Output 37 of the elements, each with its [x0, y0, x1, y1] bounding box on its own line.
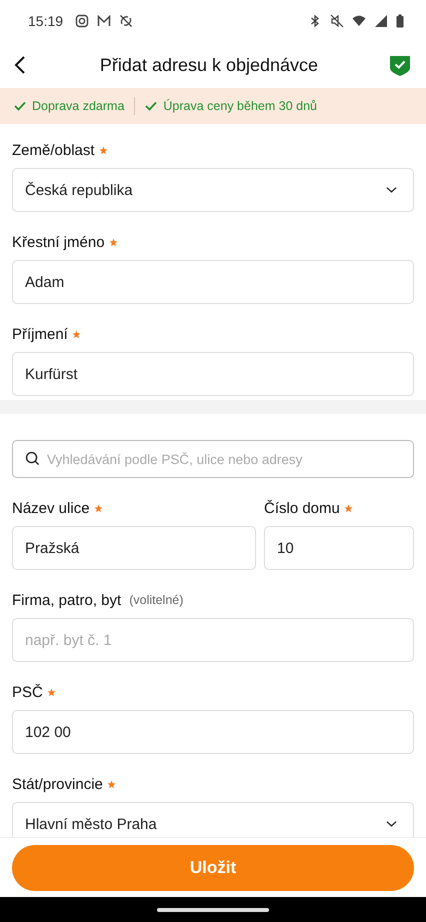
field-label: Země/oblast — [12, 142, 95, 158]
benefit-text: Úprava ceny během 30 dnů — [163, 99, 317, 113]
dropdown-field[interactable]: Hlavní město Praha — [12, 802, 414, 837]
battery-icon — [396, 14, 404, 28]
check-icon — [14, 101, 26, 111]
optional-note: (volitelné) — [129, 593, 184, 607]
wifi-icon — [352, 14, 366, 28]
input-field[interactable]: 102 00 — [12, 710, 414, 754]
field-label: Název ulice — [12, 500, 90, 516]
chevron-down-icon — [386, 820, 397, 828]
input-field[interactable]: 10 — [264, 526, 414, 570]
field-label: Křestní jméno — [12, 234, 105, 250]
field-label: PSČ — [12, 684, 43, 700]
signal-icon — [374, 14, 388, 28]
dropdown-field[interactable]: Česká republika — [12, 168, 414, 212]
field-label: Firma, patro, byt — [12, 592, 122, 608]
search-field[interactable]: Vyhledávání podle PSČ, ulice nebo adresy — [12, 440, 414, 478]
input-field[interactable]: Pražská — [12, 526, 256, 570]
shield-check-icon — [388, 53, 412, 77]
mute-icon — [330, 14, 344, 28]
field-label: Příjmení — [12, 326, 68, 342]
chevron-left-icon — [14, 55, 26, 75]
status-time: 15:19 — [28, 13, 64, 29]
field-label: Číslo domu — [264, 500, 340, 516]
sync-off-icon — [119, 14, 134, 28]
benefit-text: Doprava zdarma — [32, 99, 124, 113]
mail-icon — [97, 14, 112, 28]
field-label: Stát/provincie — [12, 776, 103, 792]
search-icon — [25, 451, 40, 466]
home-indicator[interactable] — [157, 908, 269, 912]
input-field[interactable]: např. byt č. 1 — [12, 618, 414, 662]
page-title: Přidat adresu k objednávce — [98, 54, 320, 76]
check-icon — [145, 101, 158, 111]
chevron-down-icon — [386, 186, 397, 194]
input-field[interactable]: Kurfürst — [12, 352, 414, 396]
camera-app-icon — [75, 14, 90, 28]
input-field[interactable]: Adam — [12, 260, 414, 304]
